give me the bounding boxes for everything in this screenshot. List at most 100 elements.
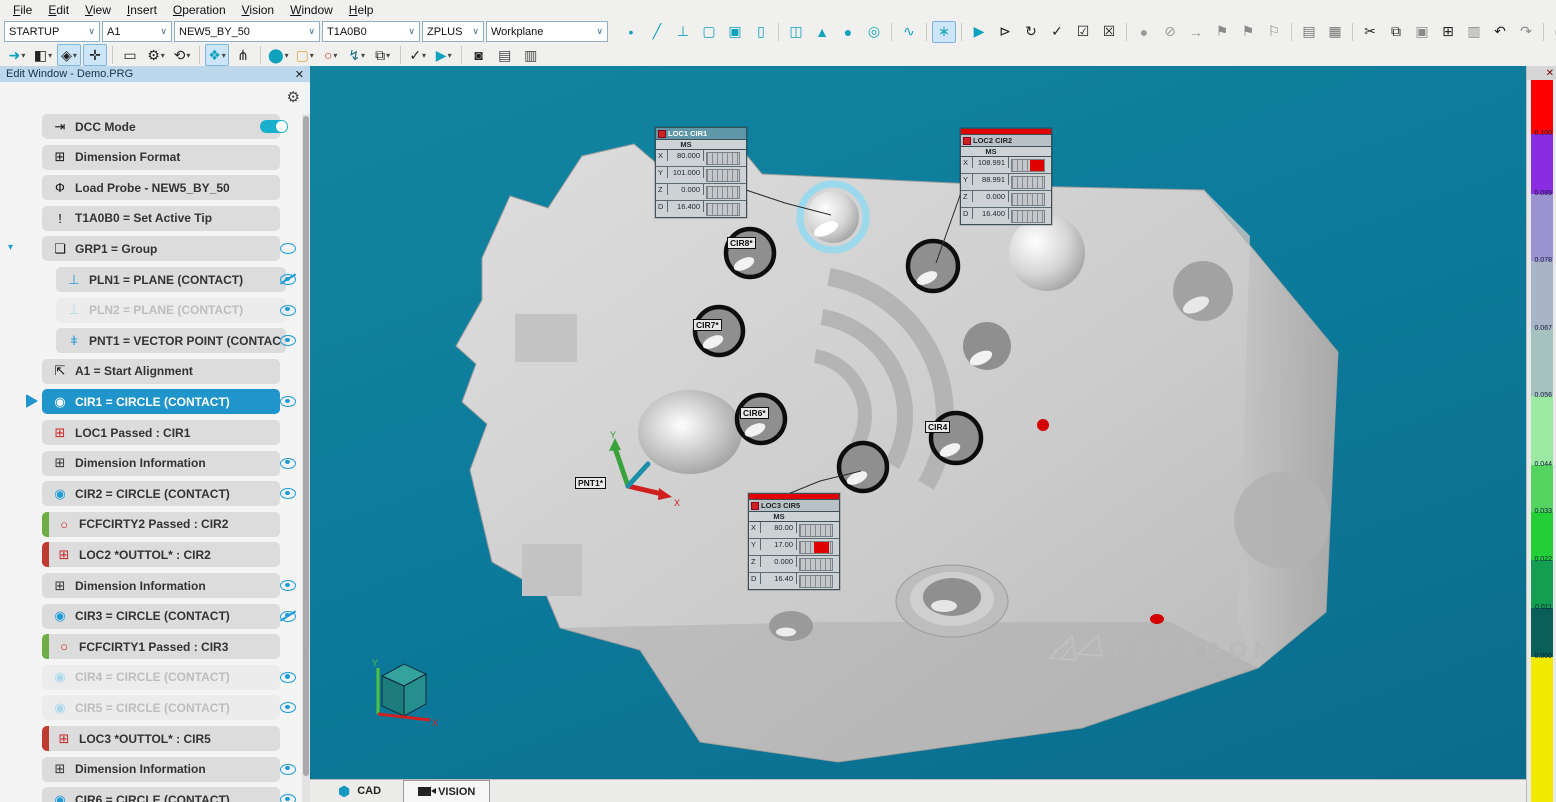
label-cir8[interactable]: CIR8* [727, 237, 756, 249]
alignment-select[interactable]: A1∨ [102, 21, 172, 42]
menu-window[interactable]: Window [283, 2, 340, 18]
routine-select[interactable]: STARTUP∨ [4, 21, 100, 42]
command-dimension-information[interactable]: ⊞Dimension Information [0, 451, 302, 476]
command-pill[interactable]: ⊞LOC3 *OUTTOL* : CIR5 [42, 726, 280, 751]
label-cir6[interactable]: CIR6* [740, 407, 769, 419]
menu-insert[interactable]: Insert [120, 2, 164, 18]
command-pill[interactable]: ◉CIR5 = CIRCLE (CONTACT) [42, 695, 280, 720]
cylinder-icon[interactable]: ◫ [784, 21, 808, 43]
rotate-view-icon[interactable]: ⟲▾ [170, 44, 194, 66]
view-setup-icon[interactable]: ◧▾ [31, 44, 55, 66]
menu-operation[interactable]: Operation [166, 2, 233, 18]
plane-icon[interactable]: ⊥ [671, 21, 695, 43]
eye-slash-icon[interactable] [280, 274, 296, 285]
report-icon[interactable]: ▤ [1297, 21, 1321, 43]
eye-icon[interactable] [280, 672, 296, 683]
command-pill[interactable]: ◉CIR1 = CIRCLE (CONTACT) [42, 389, 280, 414]
paste-pattern-icon[interactable]: ⊞ [1436, 21, 1460, 43]
line-icon[interactable]: ╱ [645, 21, 669, 43]
label-pnt1[interactable]: PNT1* [575, 477, 606, 489]
marked-sets-icon[interactable]: ☑ [1071, 21, 1095, 43]
mini-execute-icon[interactable]: ▶▾ [432, 44, 456, 66]
command-feature-cir2[interactable]: ◉CIR2 = CIRCLE (CONTACT) [0, 481, 302, 506]
continue-icon[interactable]: → [1184, 21, 1208, 43]
command-feature-cir1[interactable]: ◉CIR1 = CIRCLE (CONTACT) [0, 389, 302, 414]
command-dimension-format[interactable]: ⊞Dimension Format [0, 145, 302, 170]
cone-icon[interactable]: ▲ [810, 21, 834, 43]
nominal-rect-icon[interactable]: ▢▾ [293, 44, 317, 66]
command-dimension-information[interactable]: ⊞Dimension Information [0, 573, 302, 598]
command-feature-cir5[interactable]: ◉CIR5 = CIRCLE (CONTACT) [0, 695, 302, 720]
gage-panel-icon[interactable]: ▤ [493, 44, 517, 66]
axis-select[interactable]: ZPLUS∨ [422, 21, 484, 42]
close-icon[interactable]: ✕ [295, 68, 304, 81]
eye-icon[interactable] [280, 794, 296, 802]
command-pill[interactable]: ⊞Dimension Information [42, 757, 280, 782]
menu-help[interactable]: Help [342, 2, 381, 18]
pan-zoom-icon[interactable]: ✛ [83, 44, 107, 66]
command-load-probe[interactable]: ФLoad Probe - NEW5_BY_50 [0, 175, 302, 200]
loop-icon[interactable]: ↻ [1019, 21, 1043, 43]
menu-view[interactable]: View [78, 2, 118, 18]
command-pill[interactable]: ⇥DCC Mode [42, 114, 280, 139]
tab-cad[interactable]: ⬢CAD [324, 781, 395, 802]
bookmark-icon[interactable]: ⚑ [1210, 21, 1234, 43]
undo-icon[interactable]: ↶ [1488, 21, 1512, 43]
eye-icon[interactable] [280, 702, 296, 713]
nominal-circle-icon[interactable]: ○▾ [319, 44, 343, 66]
cad-view-icon[interactable]: ◈▾ [57, 44, 81, 66]
circle-icon[interactable]: ▢ [697, 21, 721, 43]
command-feature-cir6[interactable]: ◉CIR6 = CIRCLE (CONTACT) [0, 787, 302, 802]
command-pill[interactable]: ФLoad Probe - NEW5_BY_50 [42, 175, 280, 200]
graphic-items-icon[interactable]: ❖▾ [205, 44, 229, 66]
clear-marked-icon[interactable]: ☒ [1097, 21, 1121, 43]
command-pill[interactable]: ǂPNT1 = VECTOR POINT (CONTAC [56, 328, 286, 353]
pages-icon[interactable]: ⧉▾ [371, 44, 395, 66]
report-table-icon[interactable]: ▦ [1323, 21, 1347, 43]
command-dcc-mode[interactable]: ⇥DCC Mode [0, 114, 302, 139]
sphere-icon[interactable]: ● [836, 21, 860, 43]
menu-edit[interactable]: Edit [41, 2, 76, 18]
auto-feature-icon[interactable]: ∗ [932, 21, 956, 43]
command-pill[interactable]: ◉CIR4 = CIRCLE (CONTACT) [42, 665, 280, 690]
menu-vision[interactable]: Vision [235, 2, 281, 18]
comment-icon[interactable]: ▭ [118, 44, 142, 66]
tip-select[interactable]: T1A0B0∨ [322, 21, 420, 42]
probe-select[interactable]: NEW5_BY_50∨ [174, 21, 320, 42]
command-pill[interactable]: ⊞Dimension Format [42, 145, 280, 170]
path-verify-icon[interactable]: ✓▾ [406, 44, 430, 66]
label-cir4[interactable]: CIR4 [925, 421, 950, 433]
eye-icon[interactable] [280, 335, 296, 346]
command-feature-pln1[interactable]: ⊥PLN1 = PLANE (CONTACT) [0, 267, 302, 292]
probe-mode-icon[interactable]: ➜▾ [5, 44, 29, 66]
command-list-scrollbar[interactable] [302, 114, 310, 802]
gear-icon[interactable]: ⚙ [287, 88, 300, 106]
edit-window-titlebar[interactable]: Edit Window - Demo.PRG ✕ [0, 66, 310, 82]
quick-path-icon[interactable]: ↯▾ [345, 44, 369, 66]
command-pill[interactable]: ⊞Dimension Information [42, 573, 280, 598]
dcc-mode-toggle[interactable] [260, 120, 288, 133]
eye-icon[interactable] [280, 458, 296, 469]
stop-all-icon[interactable]: ⊘ [1158, 21, 1182, 43]
eye-icon[interactable] [280, 396, 296, 407]
command-pill[interactable]: ⊞LOC2 *OUTTOL* : CIR2 [42, 542, 280, 567]
command-pill[interactable]: ◉CIR2 = CIRCLE (CONTACT) [42, 481, 280, 506]
tab-vision[interactable]: VISION [403, 780, 490, 802]
command-feature-pln2[interactable]: ⊥PLN2 = PLANE (CONTACT) [0, 298, 302, 323]
workplane-select[interactable]: Workplane∨ [486, 21, 608, 42]
cad-viewport[interactable]: Y X Y X HEXAGON LOC1 CIR1MSX80.000Y101.0… [310, 66, 1526, 780]
command-dim-fcfcirty2[interactable]: ○FCFCIRTY2 Passed : CIR2 [0, 512, 302, 537]
round-slot-icon[interactable]: ▣ [723, 21, 747, 43]
command-pill[interactable]: ❏GRP1 = Group [42, 236, 280, 261]
stop-icon[interactable]: ● [1132, 21, 1156, 43]
command-group-grp1[interactable]: ▾ ❏GRP1 = Group [0, 236, 302, 261]
tree-expander-icon[interactable]: ▾ [8, 242, 13, 253]
copy-icon[interactable]: ⧉ [1384, 21, 1408, 43]
execute-icon[interactable]: ▶ [967, 21, 991, 43]
mark-check-icon[interactable]: ✓ [1045, 21, 1069, 43]
command-feature-cir4[interactable]: ◉CIR4 = CIRCLE (CONTACT) [0, 665, 302, 690]
dim-label-loc1-cir1[interactable]: LOC1 CIR1MSX80.000Y101.000Z0.000D16.400 [655, 127, 747, 218]
bookmark-insert-icon[interactable]: ⚑ [1236, 21, 1260, 43]
highlight-sphere-cir1[interactable] [800, 184, 866, 250]
print-icon[interactable]: ⎙ [1549, 21, 1556, 43]
